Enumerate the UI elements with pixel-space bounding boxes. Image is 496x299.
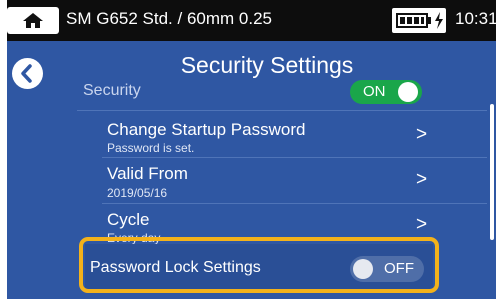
charging-bolt-icon — [435, 12, 443, 29]
change-password-label: Change Startup Password — [107, 120, 306, 139]
valid-from-label: Valid From — [107, 164, 188, 183]
device-screen: SM G652 Std. / 60mm 0.25 10:31 Security … — [7, 0, 496, 299]
security-toggle-state: ON — [363, 83, 386, 100]
chevron-right-icon: > — [416, 124, 428, 145]
change-password-status: Password is set. — [107, 141, 195, 155]
splice-program-label: SM G652 Std. / 60mm 0.25 — [66, 9, 272, 28]
scrollbar[interactable] — [490, 104, 494, 240]
highlight-callout — [79, 237, 439, 293]
chevron-right-icon: > — [416, 169, 428, 190]
security-toggle[interactable]: ON — [350, 80, 422, 104]
cycle-label: Cycle — [107, 210, 150, 229]
home-icon — [23, 13, 43, 28]
clock: 10:31 — [455, 9, 496, 28]
toggle-knob — [398, 82, 418, 102]
divider — [77, 110, 487, 111]
chevron-right-icon: > — [416, 214, 428, 235]
valid-from-date: 2019/05/16 — [107, 186, 168, 200]
status-bar: SM G652 Std. / 60mm 0.25 10:31 — [7, 0, 496, 41]
battery-indicator — [392, 8, 446, 33]
battery-full-icon — [396, 13, 428, 28]
page-title: Security Settings — [180, 52, 354, 78]
home-button[interactable] — [7, 7, 59, 34]
divider — [102, 157, 487, 158]
security-label: Security — [83, 82, 141, 99]
back-chevron-icon — [21, 64, 32, 83]
back-button[interactable] — [12, 58, 43, 89]
divider — [102, 203, 487, 204]
